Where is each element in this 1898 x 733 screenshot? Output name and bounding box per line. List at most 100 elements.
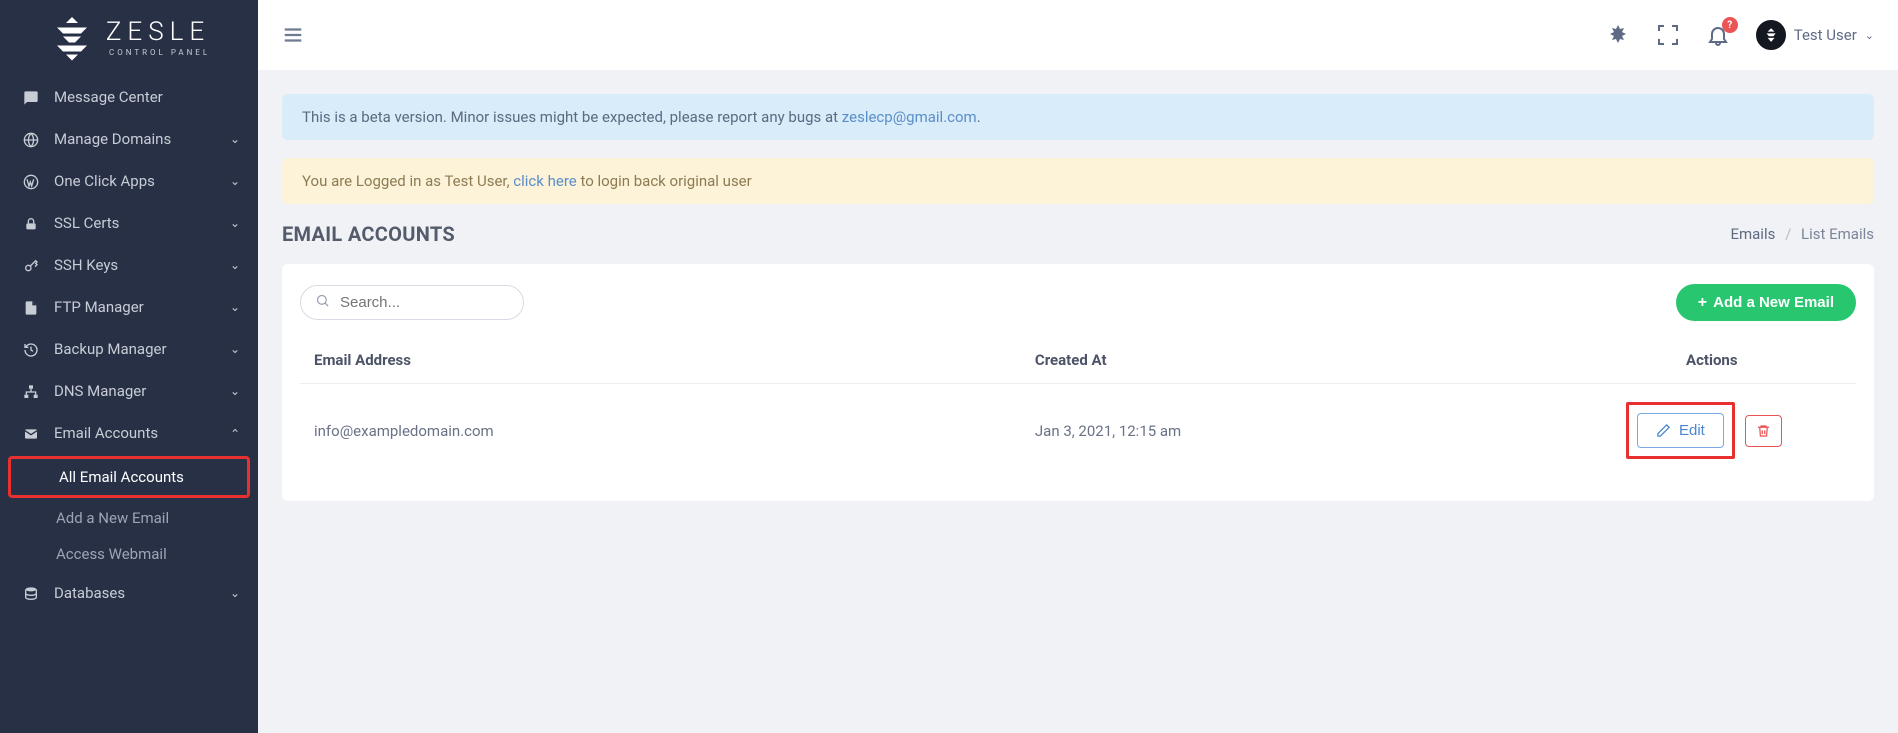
brand-text: ZESLE CONTROL PANEL [106,19,210,57]
key-icon [22,256,40,274]
login-alert: You are Logged in as Test User, click he… [282,158,1874,204]
login-alert-text-suffix: to login back original user [577,172,752,190]
beta-alert-link[interactable]: zeslecp@gmail.com [842,108,977,126]
trash-icon [1756,423,1771,439]
topbar: ? Test User ⌄ [258,0,1898,70]
sidebar-item-label: Email Accounts [54,424,216,442]
sitemap-icon [22,382,40,400]
hamburger-menu-button[interactable] [282,24,304,46]
chevron-down-icon: ⌄ [230,586,240,600]
globe-icon [22,130,40,148]
sidebar-item-label: Backup Manager [54,340,216,358]
email-submenu: All Email Accounts Add a New Email Acces… [0,454,258,572]
sidebar: ZESLE CONTROL PANEL Message Center Manag… [0,0,258,733]
search-icon [315,293,330,312]
sidebar-item-email-accounts[interactable]: Email Accounts ⌄ [0,412,258,454]
brand-subtitle: CONTROL PANEL [106,49,210,57]
chevron-down-icon: ⌄ [230,384,240,398]
logo-mark-icon [48,14,96,62]
chevron-down-icon: ⌄ [230,174,240,188]
beta-alert-text-suffix: . [977,108,981,126]
breadcrumb-separator: / [1785,225,1791,243]
sidebar-item-databases[interactable]: Databases ⌄ [0,572,258,614]
column-header-address: Email Address [300,337,1021,384]
page-title: EMAIL ACCOUNTS [282,222,455,246]
add-new-email-button[interactable]: + Add a New Email [1676,284,1856,321]
table-row: info@exampledomain.com Jan 3, 2021, 12:1… [300,384,1856,478]
sidebar-item-label: One Click Apps [54,172,216,190]
column-header-created: Created At [1021,337,1626,384]
email-accounts-table: Email Address Created At Actions info@ex… [300,337,1856,477]
page-header: EMAIL ACCOUNTS Emails / List Emails [282,222,1874,246]
highlight-annotation: All Email Accounts [8,456,250,498]
history-icon [22,340,40,358]
chevron-down-icon: ⌄ [230,216,240,230]
fullscreen-icon[interactable] [1656,23,1680,47]
notification-bell-icon[interactable]: ? [1706,23,1730,47]
chevron-up-icon: ⌄ [230,426,240,440]
sidebar-subitem-access-webmail[interactable]: Access Webmail [0,536,258,572]
edit-button-label: Edit [1679,422,1705,439]
delete-button[interactable] [1745,415,1782,447]
search-wrapper [300,285,524,320]
edit-button[interactable]: Edit [1637,413,1724,448]
sidebar-item-label: DNS Manager [54,382,216,400]
beta-alert: This is a beta version. Minor issues mig… [282,94,1874,140]
sidebar-item-ssl-certs[interactable]: SSL Certs ⌄ [0,202,258,244]
breadcrumb: Emails / List Emails [1730,225,1874,243]
sidebar-item-label: FTP Manager [54,298,216,316]
sidebar-subitem-all-email-accounts[interactable]: All Email Accounts [11,459,247,495]
sidebar-item-label: Databases [54,584,216,602]
sidebar-item-message-center[interactable]: Message Center [0,76,258,118]
chevron-down-icon: ⌄ [230,300,240,314]
wordpress-icon [22,172,40,190]
page-content: This is a beta version. Minor issues mig… [258,70,1898,733]
main-area: ? Test User ⌄ This is a beta version. Mi… [258,0,1898,733]
notification-badge: ? [1722,17,1738,33]
search-input[interactable] [340,294,539,311]
user-name: Test User [1794,26,1857,44]
sidebar-item-manage-domains[interactable]: Manage Domains ⌄ [0,118,258,160]
highlight-annotation: Edit [1626,402,1735,459]
edit-icon [1656,423,1671,438]
cell-created-at: Jan 3, 2021, 12:15 am [1021,384,1626,478]
sidebar-nav: Message Center Manage Domains ⌄ One Clic… [0,72,258,618]
breadcrumb-root[interactable]: Emails [1730,225,1775,243]
sidebar-item-label: Manage Domains [54,130,216,148]
plus-icon: + [1698,295,1707,311]
sidebar-item-label: Message Center [54,88,240,106]
chat-icon [22,88,40,106]
login-alert-link[interactable]: click here [513,172,576,190]
chevron-down-icon: ⌄ [1865,29,1874,42]
sidebar-item-ftp-manager[interactable]: FTP Manager ⌄ [0,286,258,328]
beta-alert-text-prefix: This is a beta version. Minor issues mig… [302,108,842,126]
chevron-down-icon: ⌄ [230,258,240,272]
sidebar-item-label: SSL Certs [54,214,216,232]
sidebar-item-label: SSH Keys [54,256,216,274]
file-icon [22,298,40,316]
database-icon [22,584,40,602]
brand-logo[interactable]: ZESLE CONTROL PANEL [0,0,258,72]
add-button-label: Add a New Email [1713,294,1834,311]
card-toolbar: + Add a New Email [300,284,1856,321]
sidebar-item-ssh-keys[interactable]: SSH Keys ⌄ [0,244,258,286]
lock-icon [22,214,40,232]
sidebar-item-backup-manager[interactable]: Backup Manager ⌄ [0,328,258,370]
cell-email-address: info@exampledomain.com [300,384,1021,478]
user-menu[interactable]: Test User ⌄ [1756,20,1874,50]
mail-icon [22,424,40,442]
chevron-down-icon: ⌄ [230,132,240,146]
sidebar-item-dns-manager[interactable]: DNS Manager ⌄ [0,370,258,412]
breadcrumb-leaf: List Emails [1801,225,1874,243]
avatar [1756,20,1786,50]
topbar-actions: ? Test User ⌄ [1606,20,1874,50]
email-accounts-card: + Add a New Email Email Address Created … [282,264,1874,501]
chevron-down-icon: ⌄ [230,342,240,356]
maple-leaf-icon[interactable] [1606,23,1630,47]
login-alert-text-prefix: You are Logged in as Test User, [302,172,513,190]
sidebar-item-one-click-apps[interactable]: One Click Apps ⌄ [0,160,258,202]
column-header-actions: Actions [1626,337,1856,384]
brand-name: ZESLE [106,19,210,45]
sidebar-subitem-add-new-email[interactable]: Add a New Email [0,500,258,536]
row-actions: Edit [1626,402,1842,459]
